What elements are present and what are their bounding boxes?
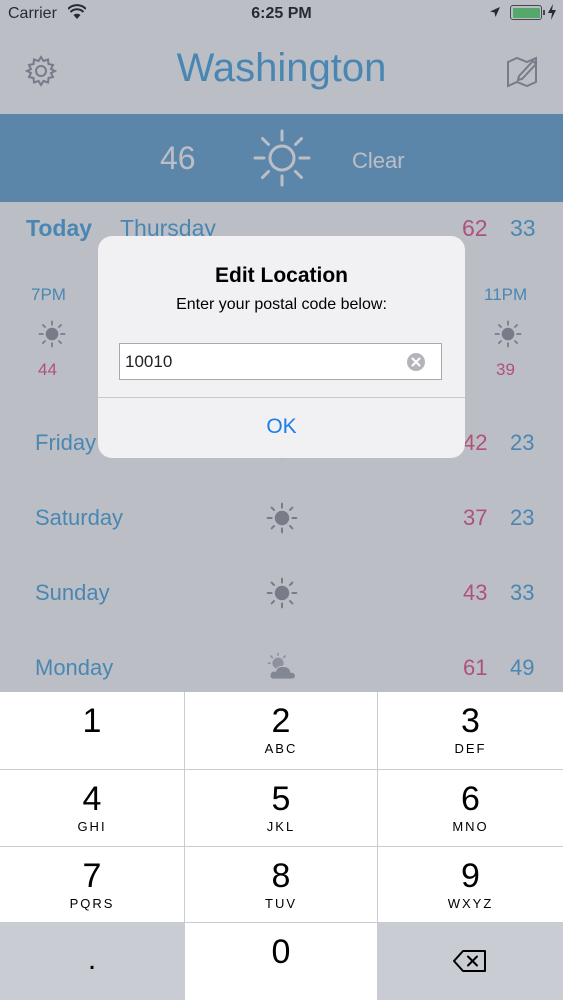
key-0[interactable]: 0 [185, 923, 377, 1000]
key-4[interactable]: 4 GHI [0, 770, 184, 846]
key-number: 8 [271, 857, 291, 895]
key-number: 4 [82, 780, 102, 818]
key-number: 1 [82, 702, 102, 740]
key-letters: ABC [264, 741, 298, 756]
clear-text-icon[interactable] [406, 352, 426, 372]
key-letters: GHI [77, 819, 107, 834]
key-number: 7 [82, 857, 102, 895]
key-6[interactable]: 6 MNO [378, 770, 563, 846]
key-3[interactable]: 3 DEF [378, 692, 563, 769]
key-number: 5 [271, 780, 291, 818]
ok-button[interactable]: OK [98, 398, 465, 458]
edit-location-alert: Edit Location Enter your postal code bel… [98, 236, 465, 458]
postal-code-field [119, 343, 442, 380]
key-8[interactable]: 8 TUV [185, 847, 377, 922]
key-number: 3 [461, 702, 480, 740]
key-letters: DEF [454, 741, 487, 756]
key-decimal[interactable]: . [0, 923, 184, 1000]
key-letters: MNO [452, 819, 489, 834]
postal-code-input[interactable] [125, 344, 405, 379]
key-letters: TUV [265, 896, 297, 911]
key-number: 2 [271, 702, 291, 740]
key-number: 0 [271, 933, 291, 971]
numeric-keypad: 1 2 ABC 3 DEF 4 GHI 5 JKL 6 MNO 7 PQRS 8… [0, 692, 563, 1000]
key-decimal-label: . [87, 943, 97, 976]
key-2[interactable]: 2 ABC [185, 692, 377, 769]
alert-title: Edit Location [215, 264, 348, 287]
key-letters: JKL [266, 819, 296, 834]
backspace-icon [453, 950, 486, 972]
key-letters: PQRS [69, 896, 115, 911]
key-number: 9 [461, 857, 480, 895]
key-number: 6 [461, 780, 480, 818]
key-9[interactable]: 9 WXYZ [378, 847, 563, 922]
key-5[interactable]: 5 JKL [185, 770, 377, 846]
alert-message: Enter your postal code below: [176, 296, 387, 313]
key-1[interactable]: 1 [0, 692, 184, 769]
key-delete[interactable] [378, 923, 563, 1000]
key-letters: WXYZ [447, 896, 494, 911]
key-7[interactable]: 7 PQRS [0, 847, 184, 922]
